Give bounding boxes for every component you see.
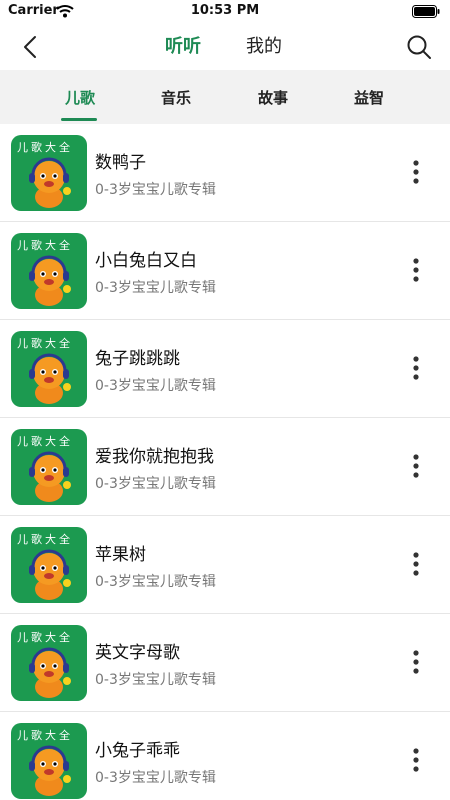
list-item[interactable]: 儿歌大全 小兔子乖乖 0-3岁宝宝儿歌专辑 bbox=[0, 712, 450, 800]
album-title: 爱我你就抱抱我 bbox=[95, 447, 214, 467]
album-cover: 儿歌大全 bbox=[11, 527, 87, 603]
tab-listen[interactable]: 听听 bbox=[165, 34, 201, 60]
album-subtitle: 0-3岁宝宝儿歌专辑 bbox=[95, 280, 216, 296]
cartoon-mascot-icon bbox=[29, 157, 71, 208]
more-options-icon[interactable] bbox=[408, 158, 424, 186]
category-tab-stories[interactable]: 故事 bbox=[243, 87, 303, 108]
album-subtitle: 0-3岁宝宝儿歌专辑 bbox=[95, 378, 216, 394]
list-item[interactable]: 儿歌大全 数鸭子 0-3岁宝宝儿歌专辑 bbox=[0, 124, 450, 222]
album-title: 小兔子乖乖 bbox=[95, 741, 180, 761]
cartoon-mascot-icon bbox=[29, 549, 71, 600]
album-cover: 儿歌大全 bbox=[11, 331, 87, 407]
more-options-icon[interactable] bbox=[408, 256, 424, 284]
album-cover: 儿歌大全 bbox=[11, 723, 87, 799]
list-item[interactable]: 儿歌大全 苹果树 0-3岁宝宝儿歌专辑 bbox=[0, 516, 450, 614]
category-tab-music[interactable]: 音乐 bbox=[146, 87, 206, 108]
back-icon[interactable] bbox=[18, 34, 44, 60]
album-list: 儿歌大全 数鸭子 0-3岁宝宝儿歌专辑 儿歌大全 小白兔白又白 0-3岁宝宝儿歌… bbox=[0, 124, 450, 800]
album-subtitle: 0-3岁宝宝儿歌专辑 bbox=[95, 770, 216, 786]
app-screen: Carrier 10:53 PM 听听 我的 儿歌 音乐 故事 益智 儿歌大全 … bbox=[0, 0, 450, 800]
battery-icon bbox=[412, 5, 440, 18]
album-cover: 儿歌大全 bbox=[11, 233, 87, 309]
list-item[interactable]: 儿歌大全 小白兔白又白 0-3岁宝宝儿歌专辑 bbox=[0, 222, 450, 320]
category-tab-puzzle[interactable]: 益智 bbox=[339, 87, 399, 108]
more-options-icon[interactable] bbox=[408, 550, 424, 578]
clock: 10:53 PM bbox=[190, 3, 260, 18]
more-options-icon[interactable] bbox=[408, 452, 424, 480]
album-subtitle: 0-3岁宝宝儿歌专辑 bbox=[95, 672, 216, 688]
album-title: 小白兔白又白 bbox=[95, 251, 197, 271]
category-tabs: 儿歌 音乐 故事 益智 bbox=[0, 70, 450, 124]
album-cover: 儿歌大全 bbox=[11, 429, 87, 505]
more-options-icon[interactable] bbox=[408, 746, 424, 774]
list-item[interactable]: 儿歌大全 英文字母歌 0-3岁宝宝儿歌专辑 bbox=[0, 614, 450, 712]
nav-bar: 听听 我的 bbox=[0, 24, 450, 70]
album-title: 兔子跳跳跳 bbox=[95, 349, 180, 369]
album-cover: 儿歌大全 bbox=[11, 135, 87, 211]
album-subtitle: 0-3岁宝宝儿歌专辑 bbox=[95, 574, 216, 590]
album-subtitle: 0-3岁宝宝儿歌专辑 bbox=[95, 476, 216, 492]
album-subtitle: 0-3岁宝宝儿歌专辑 bbox=[95, 182, 216, 198]
tab-mine[interactable]: 我的 bbox=[246, 34, 282, 60]
active-tab-indicator bbox=[61, 118, 97, 121]
album-title: 数鸭子 bbox=[95, 153, 146, 173]
category-tab-nursery-rhymes[interactable]: 儿歌 bbox=[50, 87, 110, 108]
more-options-icon[interactable] bbox=[408, 648, 424, 676]
cartoon-mascot-icon bbox=[29, 255, 71, 306]
status-bar: Carrier 10:53 PM bbox=[0, 0, 450, 24]
album-title: 英文字母歌 bbox=[95, 643, 180, 663]
cartoon-mascot-icon bbox=[29, 451, 71, 502]
cartoon-mascot-icon bbox=[29, 647, 71, 698]
album-cover: 儿歌大全 bbox=[11, 625, 87, 701]
list-item[interactable]: 儿歌大全 兔子跳跳跳 0-3岁宝宝儿歌专辑 bbox=[0, 320, 450, 418]
more-options-icon[interactable] bbox=[408, 354, 424, 382]
list-item[interactable]: 儿歌大全 爱我你就抱抱我 0-3岁宝宝儿歌专辑 bbox=[0, 418, 450, 516]
cartoon-mascot-icon bbox=[29, 745, 71, 796]
album-title: 苹果树 bbox=[95, 545, 146, 565]
cartoon-mascot-icon bbox=[29, 353, 71, 404]
search-icon[interactable] bbox=[406, 34, 432, 60]
